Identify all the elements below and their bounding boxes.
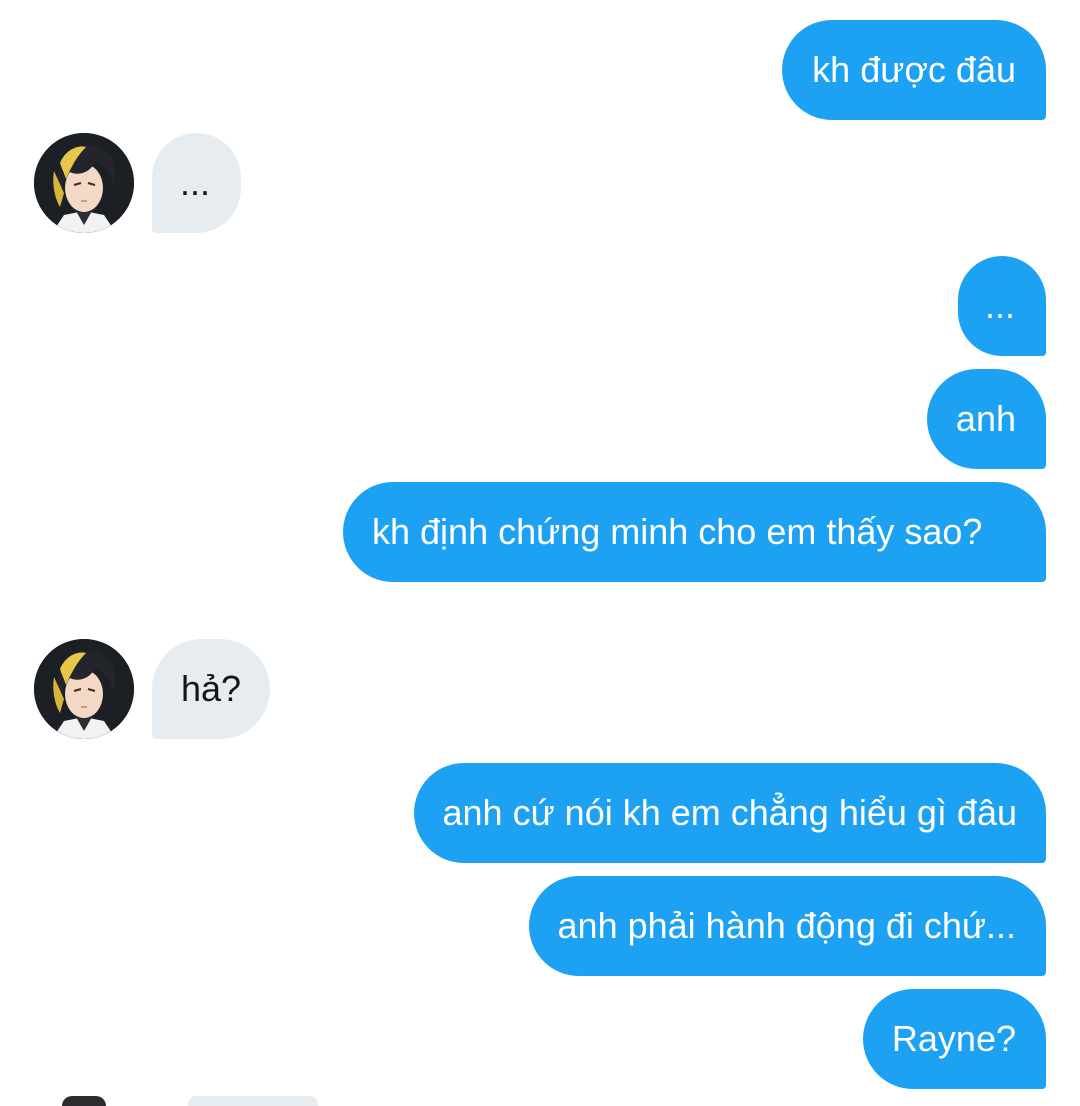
sent-message-bubble[interactable]: anh [926,369,1046,469]
message-text: anh cứ nói kh em chẳng hiểu gì đâu [442,792,1018,833]
partial-avatar [62,1096,106,1106]
message-text: ... [180,162,211,203]
sent-message-bubble[interactable]: Rayne? [862,989,1046,1089]
message-text: anh [955,398,1016,439]
message-text: anh phải hành động đi chứ... [557,905,1016,946]
sent-message-bubble[interactable]: kh định chứng minh cho em thấy sao? [343,482,1046,582]
sent-message-bubble[interactable]: kh được đâu [782,20,1046,120]
received-message-bubble[interactable]: hả? [152,639,271,739]
contact-avatar-icon[interactable] [34,639,134,739]
partial-received-bubble [188,1096,318,1106]
message-text: kh được đâu [812,49,1016,90]
received-message-bubble[interactable]: ... [152,133,242,233]
sent-message-bubble[interactable]: anh phải hành động đi chứ... [528,876,1046,976]
message-text: kh định chứng minh cho em thấy sao? [372,511,983,552]
contact-avatar-icon[interactable] [34,133,134,233]
message-text: ... [984,285,1015,326]
sent-message-bubble[interactable]: ... [957,256,1046,356]
message-text: Rayne? [891,1018,1016,1059]
message-text: hả? [181,668,242,709]
sent-message-bubble[interactable]: anh cứ nói kh em chẳng hiểu gì đâu [413,763,1046,863]
